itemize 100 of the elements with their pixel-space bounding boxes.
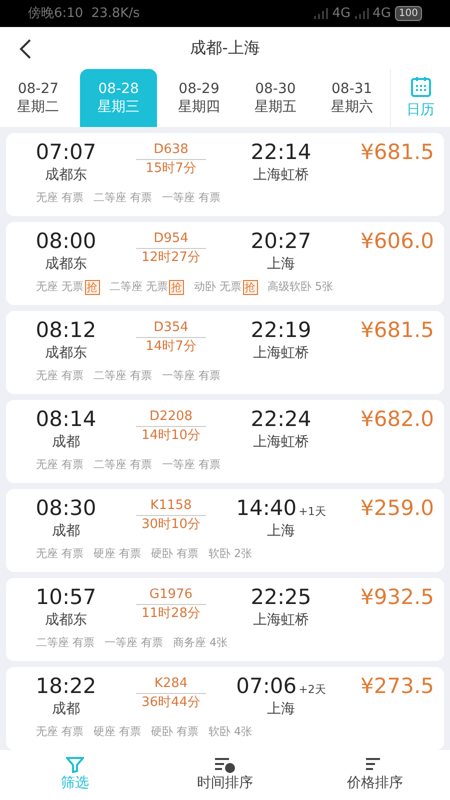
- train-number: D354: [154, 319, 188, 337]
- seat-availability: 动卧 无票: [194, 279, 242, 295]
- network-speed: 23.8K/s: [91, 4, 140, 23]
- train-number: G1976: [149, 586, 193, 604]
- filter-icon: [66, 756, 84, 772]
- route-line: [136, 248, 206, 249]
- train-card[interactable]: 08:30 成都 K1158 30时10分 14:40+1天 上海 ¥259.0 无座 有票 硬座 有票 硬卧 有票 软卧 2张: [6, 489, 444, 572]
- departure-time: 10:57: [36, 584, 96, 610]
- seat-availability: 无座 无票: [36, 279, 84, 295]
- departure-station: 成都: [52, 522, 80, 541]
- page-title: 成都-上海: [190, 37, 260, 59]
- train-card[interactable]: 08:14 成都 D2208 14时10分 22:24 上海虹桥 ¥682.0 无座 有票 二等座 有票 一等座 有票: [6, 400, 444, 483]
- departure-time: 08:30: [36, 495, 96, 521]
- arrival-station: 上海: [267, 255, 295, 274]
- train-card[interactable]: 10:57 成都东 G1976 11时28分 22:25 上海虹桥 ¥932.5 二等座 有票 一等座 有票 商务座 4张: [6, 578, 444, 661]
- status-time: 傍晚6:10: [28, 4, 84, 23]
- arrival-station: 上海: [267, 522, 295, 541]
- travel-duration: 14时10分: [141, 427, 201, 445]
- arrival-time: 22:25: [250, 584, 312, 610]
- seat-availability: 高级软卧 5张: [268, 279, 333, 295]
- route-line: [136, 604, 206, 605]
- ticket-price: ¥681.5: [360, 317, 434, 343]
- ticket-price: ¥932.5: [360, 584, 434, 610]
- date-tab[interactable]: 08-27 星期二: [0, 69, 76, 127]
- seat-availability: 软卧 2张: [208, 546, 252, 562]
- departure-station: 成都东: [45, 166, 87, 185]
- date-tab[interactable]: 08-30 星期五: [237, 69, 314, 127]
- route-line: [136, 159, 206, 160]
- seat-availability: 硬卧 有票: [151, 724, 198, 740]
- arrival-station: 上海虹桥: [253, 344, 309, 363]
- train-card[interactable]: 18:22 成都 K284 36时44分 07:06+2天 上海 ¥273.5 无座 有票 硬座 有票 硬卧 有票 软卧 4张: [6, 667, 444, 750]
- departure-station: 成都东: [45, 255, 87, 274]
- route-line: [136, 426, 206, 427]
- ticket-price: ¥681.5: [360, 139, 434, 165]
- travel-duration: 36时44分: [141, 694, 201, 712]
- travel-duration: 15时7分: [146, 160, 196, 178]
- train-number: D638: [154, 141, 188, 159]
- seat-availability: 二等座 有票: [94, 368, 152, 384]
- seat-availability: 硬座 有票: [94, 546, 141, 562]
- bottom-tab[interactable]: 时间排序: [150, 750, 300, 800]
- train-number: K284: [154, 675, 188, 693]
- seat-availability: 一等座 有票: [162, 190, 220, 206]
- ticket-price: ¥259.0: [360, 495, 434, 521]
- seat-availability: 二等座 有票: [36, 635, 94, 651]
- battery-indicator: 100: [394, 6, 422, 21]
- date-tab[interactable]: 08-29 星期四: [160, 69, 238, 127]
- departure-station: 成都东: [45, 344, 87, 363]
- arrival-station: 上海虹桥: [253, 611, 309, 630]
- departure-time: 07:07: [36, 139, 96, 165]
- arrival-time: 22:14: [250, 139, 312, 165]
- sort-icon: [214, 756, 236, 772]
- arrival-time: 22:19: [250, 317, 312, 343]
- arrival-time: 14:40: [236, 495, 297, 521]
- train-card[interactable]: 07:07 成都东 D638 15时7分 22:14 上海虹桥 ¥681.5 无座 有票 二等座 有票 一等座 有票: [6, 133, 444, 216]
- seat-availability: 硬座 有票: [94, 724, 141, 740]
- seat-availability: 二等座 无票: [110, 279, 168, 295]
- travel-duration: 14时7分: [146, 338, 196, 356]
- signal-icon: [354, 8, 369, 19]
- network-type: 4G: [332, 4, 351, 23]
- train-number: D2208: [149, 408, 193, 426]
- seat-availability: 一等座 有票: [162, 457, 220, 473]
- ticket-price: ¥682.0: [360, 406, 434, 432]
- travel-duration: 12时27分: [141, 249, 201, 267]
- date-tab[interactable]: 08-31 星期六: [314, 69, 390, 127]
- seat-availability: 二等座 有票: [94, 457, 152, 473]
- day-offset: +1天: [298, 504, 326, 520]
- back-icon[interactable]: [18, 39, 32, 59]
- train-card[interactable]: 08:12 成都东 D354 14时7分 22:19 上海虹桥 ¥681.5 无座 有票 二等座 有票 一等座 有票: [6, 311, 444, 394]
- calendar-icon: [410, 76, 432, 98]
- seat-availability: 商务座 4张: [173, 635, 228, 651]
- train-number: D954: [154, 230, 188, 248]
- departure-station: 成都: [52, 700, 80, 719]
- departure-station: 成都东: [45, 611, 87, 630]
- arrival-station: 上海虹桥: [253, 166, 309, 185]
- arrival-time: 20:27: [250, 228, 312, 254]
- train-number: K1158: [150, 497, 192, 515]
- day-offset: +2天: [298, 682, 326, 698]
- seat-availability: 无座 有票: [36, 190, 84, 206]
- route-line: [136, 337, 206, 338]
- ticket-price: ¥606.0: [360, 228, 434, 254]
- seat-availability: 无座 有票: [36, 724, 84, 740]
- arrival-time: 22:24: [250, 406, 312, 432]
- seat-availability: 软卧 4张: [208, 724, 252, 740]
- departure-time: 08:14: [36, 406, 96, 432]
- arrival-time: 07:06: [236, 673, 297, 699]
- route-line: [136, 515, 206, 516]
- seat-availability: 一等座 有票: [162, 368, 220, 384]
- travel-duration: 11时28分: [141, 605, 201, 623]
- departure-time: 08:12: [36, 317, 96, 343]
- seat-availability: 硬卧 有票: [151, 546, 198, 562]
- network-type: 4G: [372, 4, 391, 23]
- seat-availability: 无座 有票: [36, 457, 84, 473]
- seat-availability: 二等座 有票: [94, 190, 152, 206]
- departure-time: 18:22: [36, 673, 96, 699]
- seat-availability: 无座 有票: [36, 368, 84, 384]
- travel-duration: 30时10分: [141, 516, 201, 534]
- ticket-price: ¥273.5: [360, 673, 434, 699]
- signal-icon: [314, 8, 328, 19]
- bottom-tab[interactable]: 价格排序: [300, 750, 450, 800]
- departure-time: 08:00: [36, 228, 96, 254]
